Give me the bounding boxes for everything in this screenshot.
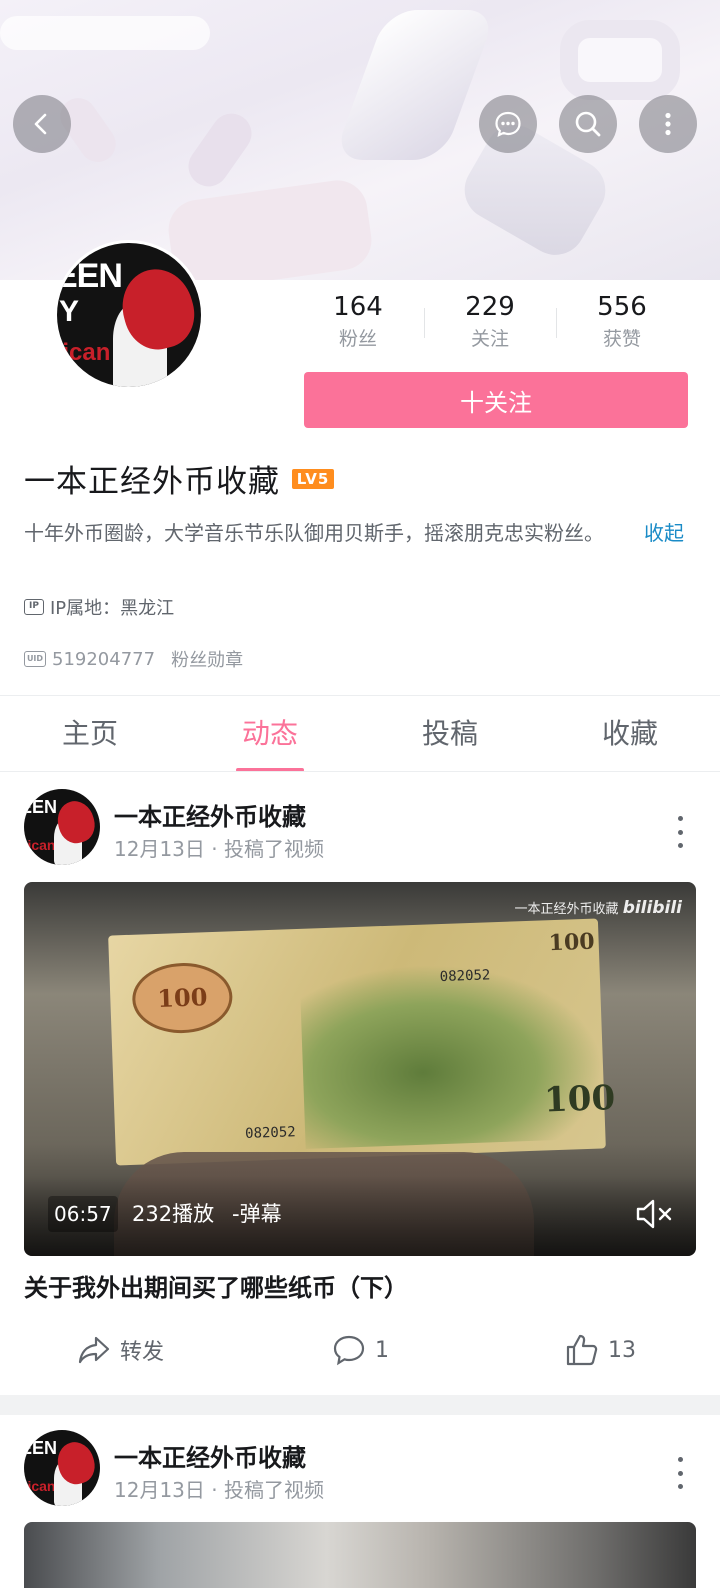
profile-stats: 164 粉丝 229 关注 556 获赞 (292, 290, 688, 360)
profile-tabs: 主页 动态 投稿 收藏 (0, 700, 720, 772)
post-author-name[interactable]: 一本正经外币收藏 (114, 1438, 306, 1473)
banknote-art (299, 958, 606, 1149)
profile-name-row: 一本正经外币收藏 LV5 (24, 456, 334, 501)
uid-icon: UID (24, 651, 46, 667)
avatar-art: EEN (24, 1438, 58, 1458)
post-more-button[interactable] (668, 816, 692, 848)
share-icon (78, 1336, 110, 1364)
like-button[interactable]: 13 (480, 1320, 720, 1380)
share-button[interactable]: 转发 (0, 1320, 240, 1380)
avatar-image: EEN Y rican (57, 243, 201, 387)
uid-row: UID 519204777 粉丝勋章 (24, 646, 243, 672)
stat-followers[interactable]: 164 粉丝 (292, 290, 424, 360)
video-watermark: 一本正经外币收藏 bilibili (514, 898, 682, 918)
more-vertical-icon (665, 112, 671, 136)
post-author-avatar[interactable]: EEN rican (24, 1430, 100, 1506)
comment-count: 1 (375, 1337, 389, 1363)
banknote-art: 082052 (244, 1124, 296, 1142)
avatar-art: EEN (57, 257, 123, 295)
avatar-art: rican (24, 837, 56, 853)
more-button[interactable] (639, 95, 697, 153)
collapse-link[interactable]: 收起 (644, 519, 684, 547)
post-author-avatar[interactable]: EEN rican (24, 789, 100, 865)
chat-bubble-icon (495, 111, 521, 137)
video-overlay (24, 1176, 696, 1256)
banner-shape (332, 10, 498, 160)
post-meta: 12月13日 · 投稿了视频 (114, 837, 324, 861)
divider (0, 695, 720, 696)
profile-avatar[interactable]: EEN Y rican (54, 240, 204, 390)
banner-shape (180, 105, 260, 195)
stat-label: 获赞 (602, 328, 641, 350)
share-label: 转发 (119, 1340, 164, 1365)
search-icon (575, 111, 601, 137)
video-thumbnail: 100 100 100 082052 082052 (108, 918, 616, 1166)
tab-uploads[interactable]: 投稿 (360, 700, 540, 772)
banknote-art: 100 (131, 961, 234, 1035)
stat-likes[interactable]: 556 获赞 (556, 290, 688, 360)
comment-icon (333, 1335, 365, 1366)
avatar-art: rican (57, 339, 111, 366)
comment-button[interactable]: 1 (240, 1320, 480, 1380)
tab-home[interactable]: 主页 (0, 700, 180, 772)
video-duration: 06:57 (48, 1196, 118, 1232)
banknote-art: 100 (543, 1078, 616, 1121)
tab-favorites[interactable]: 收藏 (540, 700, 720, 772)
post-meta: 12月13日 · 投稿了视频 (114, 1478, 324, 1502)
tab-dynamics[interactable]: 动态 (180, 700, 360, 772)
thumbs-up-icon (566, 1334, 598, 1366)
avatar-art: EEN (24, 797, 58, 817)
banner-shape (164, 176, 376, 280)
follow-button[interactable]: 十关注 (304, 372, 688, 428)
ip-location-text: IP属地：黑龙江 (50, 598, 175, 619)
ip-icon: IP (24, 599, 44, 615)
banknote-art: 100 (548, 928, 596, 957)
message-button[interactable] (479, 95, 537, 153)
back-button[interactable] (13, 95, 71, 153)
banner-shape (0, 16, 210, 50)
video-danmaku: -弹幕 (232, 1202, 282, 1226)
stat-number: 556 (597, 292, 647, 322)
like-count: 13 (608, 1337, 636, 1363)
video-card[interactable] (24, 1522, 696, 1588)
stat-number: 164 (333, 292, 383, 322)
mute-icon[interactable] (632, 1194, 676, 1234)
video-plays: 232播放 (132, 1202, 215, 1226)
banknote-art: 082052 (439, 967, 491, 986)
banner-shape (560, 20, 680, 100)
fan-medal-link[interactable]: 粉丝勋章 (171, 646, 243, 672)
uid-text: 519204777 (52, 648, 156, 670)
avatar-art: Y (59, 295, 80, 328)
post-title[interactable]: 关于我外出期间买了哪些纸币（下） (24, 1268, 408, 1303)
profile-bio: 十年外币圈龄，大学音乐节乐队御用贝斯手，摇滚朋克忠实粉丝。 (24, 521, 604, 545)
ip-location-row: IP IP属地：黑龙江 (24, 594, 174, 620)
stat-following[interactable]: 229 关注 (424, 290, 556, 360)
avatar-art: rican (24, 1478, 56, 1494)
stat-number: 229 (465, 292, 515, 322)
stat-label: 关注 (470, 328, 509, 350)
video-card[interactable]: 100 100 100 082052 082052 一本正经外币收藏 bilib… (24, 882, 696, 1256)
post-more-button[interactable] (668, 1457, 692, 1489)
post-actions: 转发 1 13 (0, 1320, 720, 1380)
post-separator (0, 1395, 720, 1415)
post-author-name[interactable]: 一本正经外币收藏 (114, 797, 306, 832)
chevron-left-icon (34, 113, 47, 135)
divider (0, 771, 720, 772)
level-badge: LV5 (292, 468, 334, 489)
profile-name: 一本正经外币收藏 (24, 464, 280, 500)
stat-label: 粉丝 (338, 328, 377, 350)
search-button[interactable] (559, 95, 617, 153)
